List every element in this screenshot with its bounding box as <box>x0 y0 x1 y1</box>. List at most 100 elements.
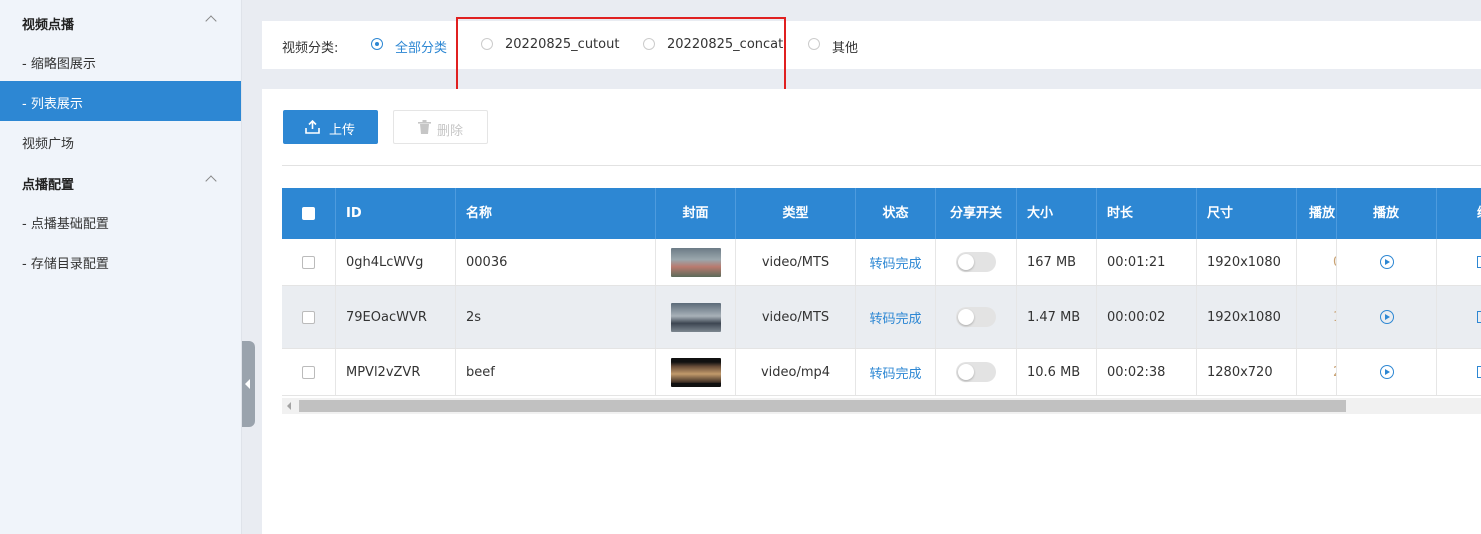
edit-icon[interactable] <box>1477 256 1481 268</box>
cell-share <box>936 349 1017 395</box>
share-toggle[interactable] <box>956 307 996 327</box>
cell-play <box>1337 286 1437 348</box>
category-filter-panel: 视频分类: 全部分类 20220825_cutout 20220825_conc… <box>262 21 1481 69</box>
horizontal-scrollbar[interactable] <box>282 398 1481 414</box>
cell-duration: 00:01:21 <box>1097 239 1197 285</box>
video-thumbnail[interactable] <box>670 302 721 332</box>
cell-name: 2s <box>456 286 656 348</box>
cell-edit <box>1437 286 1481 348</box>
cell-size: 10.6 MB <box>1017 349 1097 395</box>
annotation-highlight-box <box>456 17 786 93</box>
chevron-up-icon <box>205 15 217 27</box>
cell-size: 167 MB <box>1017 239 1097 285</box>
cell-share <box>936 239 1017 285</box>
upload-label: 上传 <box>329 123 356 138</box>
sidebar-group-label: 点播配置 <box>22 178 75 193</box>
chevron-up-icon <box>205 175 217 187</box>
table-row[interactable]: 0gh4LcWVg 00036 video/MTS 转码完成 167 MB 00… <box>282 239 1481 286</box>
play-icon[interactable] <box>1379 310 1394 324</box>
cell-cover <box>656 239 736 285</box>
sidebar-collapse-handle[interactable] <box>242 341 255 427</box>
cell-cover <box>656 286 736 348</box>
cell-play <box>1337 239 1437 285</box>
cell-play-count: 2 <box>1297 349 1337 395</box>
edit-icon[interactable] <box>1477 366 1481 378</box>
cell-size: 1.47 MB <box>1017 286 1097 348</box>
video-list-panel: 上传 删除 ID 名称 封面 类型 状态 分享开关 大小 时长 尺寸 播放 播放… <box>262 89 1481 534</box>
row-checkbox[interactable] <box>282 239 336 285</box>
upload-icon <box>305 120 320 134</box>
checkbox-icon <box>302 255 315 269</box>
header-size: 大小 <box>1017 188 1097 239</box>
sidebar-item-list[interactable]: - 列表展示 <box>0 81 241 121</box>
play-icon[interactable] <box>1379 255 1394 269</box>
share-toggle[interactable] <box>956 362 996 382</box>
cell-id: 79EOacWVR <box>336 286 456 348</box>
table-row[interactable]: 79EOacWVR 2s video/MTS 转码完成 1.47 MB 00:0… <box>282 286 1481 349</box>
cell-share <box>936 286 1017 348</box>
cell-status: 转码完成 <box>856 239 936 285</box>
header-cover: 封面 <box>656 188 736 239</box>
filter-label: 视频分类: <box>282 41 339 56</box>
scroll-left-icon[interactable] <box>287 402 291 410</box>
cell-dimensions: 1920x1080 <box>1197 286 1297 348</box>
cell-type: video/MTS <box>736 239 856 285</box>
radio-label: 全部分类 <box>395 41 448 56</box>
sidebar-item-label: - 列表展示 <box>22 97 83 112</box>
caret-left-icon <box>245 379 250 389</box>
header-play-count: 播放 <box>1297 188 1337 239</box>
header-play: 播放 <box>1337 188 1437 239</box>
table-row[interactable]: MPVl2vZVR beef video/mp4 转码完成 10.6 MB 00… <box>282 349 1481 396</box>
scrollbar-thumb[interactable] <box>299 400 1346 412</box>
header-share: 分享开关 <box>936 188 1017 239</box>
header-type: 类型 <box>736 188 856 239</box>
cell-type: video/mp4 <box>736 349 856 395</box>
cell-id: MPVl2vZVR <box>336 349 456 395</box>
cell-dimensions: 1920x1080 <box>1197 239 1297 285</box>
radio-label: 其他 <box>832 41 859 56</box>
edit-icon[interactable] <box>1477 311 1481 323</box>
checkbox-icon <box>302 310 315 324</box>
header-id: ID <box>336 188 456 239</box>
header-name: 名称 <box>456 188 656 239</box>
cell-type: video/MTS <box>736 286 856 348</box>
play-icon[interactable] <box>1379 365 1394 379</box>
cell-name: beef <box>456 349 656 395</box>
sidebar: 视频点播 - 缩略图展示 - 列表展示 视频广场 点播配置 - 点播基础配置 -… <box>0 0 242 534</box>
cell-duration: 00:00:02 <box>1097 286 1197 348</box>
row-checkbox[interactable] <box>282 286 336 348</box>
cell-id: 0gh4LcWVg <box>336 239 456 285</box>
sidebar-group-label: 视频点播 <box>22 18 75 33</box>
sidebar-item-storage-config[interactable]: - 存储目录配置 <box>0 241 241 281</box>
header-dimensions: 尺寸 <box>1197 188 1297 239</box>
delete-button[interactable]: 删除 <box>393 110 488 144</box>
sidebar-group-video-vod[interactable]: 视频点播 <box>0 2 241 42</box>
cell-cover <box>656 349 736 395</box>
sidebar-item-label: - 缩略图展示 <box>22 57 96 72</box>
sidebar-item-video-square[interactable]: 视频广场 <box>0 121 241 161</box>
delete-label: 删除 <box>437 124 464 139</box>
header-duration: 时长 <box>1097 188 1197 239</box>
video-thumbnail[interactable] <box>670 247 721 277</box>
sidebar-item-label: - 存储目录配置 <box>22 257 109 272</box>
upload-button[interactable]: 上传 <box>283 110 378 144</box>
share-toggle[interactable] <box>956 252 996 272</box>
cell-edit <box>1437 239 1481 285</box>
header-select-all[interactable] <box>282 188 336 239</box>
sidebar-group-vod-config[interactable]: 点播配置 <box>0 162 241 202</box>
cell-status: 转码完成 <box>856 349 936 395</box>
video-thumbnail[interactable] <box>670 357 721 387</box>
cell-play-count: 1 <box>1297 286 1337 348</box>
cell-dimensions: 1280x720 <box>1197 349 1297 395</box>
row-checkbox[interactable] <box>282 349 336 395</box>
sidebar-item-label: - 点播基础配置 <box>22 217 109 232</box>
sidebar-item-thumbnail[interactable]: - 缩略图展示 <box>0 41 241 81</box>
cell-edit <box>1437 349 1481 395</box>
checkbox-icon <box>302 207 315 220</box>
header-edit: 编 <box>1437 188 1481 239</box>
cell-duration: 00:02:38 <box>1097 349 1197 395</box>
sidebar-item-basic-config[interactable]: - 点播基础配置 <box>0 201 241 241</box>
cell-play-count: 0 <box>1297 239 1337 285</box>
header-status: 状态 <box>856 188 936 239</box>
video-table: ID 名称 封面 类型 状态 分享开关 大小 时长 尺寸 播放 播放 编 0gh… <box>282 188 1481 398</box>
